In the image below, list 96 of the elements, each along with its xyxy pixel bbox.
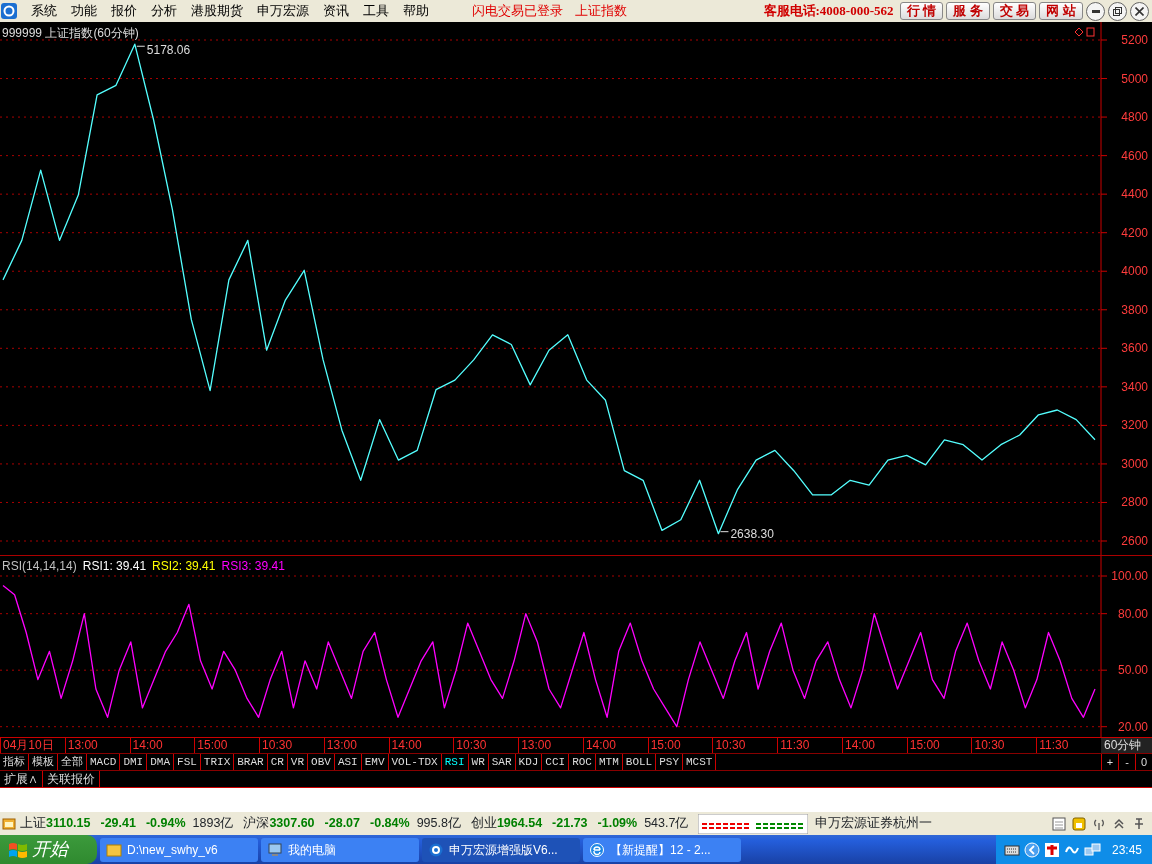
network-icon (1083, 841, 1102, 858)
taskbar-button[interactable]: D:\new_swhy_v6 (100, 837, 258, 862)
axis-label: 4400 (1121, 187, 1148, 202)
medical-cross-icon (1043, 841, 1060, 858)
indicator-legend: RSI3: 39.41 (221, 557, 285, 575)
globe-e-icon (589, 841, 605, 858)
axis-label: 50.00 (1117, 663, 1148, 678)
index-percent: -0.94% (145, 815, 186, 833)
annotation: 5178.06 (146, 43, 191, 58)
axis-label: 100.00 (1111, 569, 1148, 583)
index-change: -21.73 (552, 815, 588, 833)
menu-item[interactable]: 系统 (24, 1, 64, 21)
indicator-tab[interactable]: WR (468, 754, 489, 770)
menu-item[interactable]: 报价 (104, 1, 144, 21)
app-logo-icon (0, 2, 18, 20)
diamond-square-icon (1075, 27, 1095, 37)
indicator-tab[interactable]: MTM (596, 754, 623, 770)
axis-label: 3400 (1121, 379, 1148, 394)
folder-icon (2, 816, 16, 831)
indicator-tab[interactable]: 模板 (29, 754, 58, 770)
computer-icon (267, 841, 283, 858)
index-turnover: 1893亿 (192, 815, 234, 833)
annotation: 2638.30 (730, 526, 775, 541)
axis-label: 5200 (1121, 33, 1148, 47)
service-button[interactable]: 行 情 (899, 2, 944, 20)
axis-label: 5000 (1121, 71, 1148, 86)
axis-label: 3000 (1121, 456, 1148, 471)
menu-item[interactable]: 资讯 (316, 1, 356, 21)
list-icon (1052, 816, 1066, 831)
chevron-icon (1023, 841, 1040, 858)
keyboard-icon (1003, 843, 1020, 856)
start-button[interactable]: 开始 (0, 835, 97, 864)
status-notice: 闪电交易已登录 (472, 2, 563, 20)
up-arrows-icon (1112, 816, 1126, 831)
indicator-legend: RSI(14,14,14) (2, 557, 77, 575)
axis-label: 4600 (1121, 148, 1148, 163)
index-change: -28.07 (324, 815, 360, 833)
indicator-legend: RSI1: 39.41 (82, 557, 147, 575)
taskbar-button[interactable]: 申万宏源增强版V6... (422, 837, 580, 862)
service-button[interactable]: 网 站 (1039, 2, 1083, 20)
index-turnover: 995.8亿 (416, 815, 461, 833)
service-button[interactable]: 交 易 (992, 2, 1037, 20)
axis-label: 4800 (1121, 110, 1148, 125)
menu-item[interactable]: 帮助 (396, 1, 436, 21)
index-percent: -1.09% (597, 815, 638, 833)
indicator-tab[interactable]: VR (287, 754, 309, 770)
period-label: 60分钟 (1101, 738, 1152, 753)
axis-label: 2600 (1121, 534, 1148, 548)
chart-title: 999999 上证指数(60分钟) (2, 25, 139, 42)
index-value: 3307.60 (269, 815, 315, 833)
taskbar-button[interactable]: 【新提醒】12 - 2... (583, 837, 741, 862)
minimize-icon (1091, 9, 1100, 13)
taskbar-button[interactable]: 我的电脑 (261, 837, 419, 862)
axis-label: 3200 (1121, 418, 1148, 433)
indicator-tab[interactable]: CCI (542, 754, 570, 770)
indicator-tab[interactable]: 指标 (0, 754, 29, 770)
indicator-tab[interactable]: MCST (683, 754, 717, 770)
windows-logo-icon (8, 840, 28, 859)
menu-item[interactable]: 分析 (144, 1, 184, 21)
indicator-legend: RSI2: 39.41 (152, 557, 216, 575)
indicator-tab[interactable]: VOL-TDX (388, 754, 442, 770)
axis-label: 3600 (1121, 341, 1148, 356)
close-button[interactable] (1130, 1, 1149, 21)
axis-label: 4200 (1121, 225, 1148, 240)
indicator-tab[interactable]: 全部 (58, 754, 87, 770)
status-notice: 上证指数 (575, 2, 627, 20)
index-change: -29.41 (100, 815, 136, 833)
broker-name: 申万宏源证券杭州一 (815, 815, 933, 833)
service-button[interactable]: 服 务 (946, 2, 990, 20)
axis-label: 80.00 (1117, 606, 1148, 621)
hotline-text: 客服电话:4008-000-562 (763, 2, 894, 21)
minimize-button[interactable] (1086, 1, 1105, 21)
axis-label: 4000 (1121, 264, 1148, 279)
folder-icon (106, 841, 122, 858)
lock-icon (1072, 816, 1086, 831)
restore-icon (1113, 6, 1122, 16)
index-name: 沪深 (243, 815, 270, 833)
axis-label: 20.00 (1117, 719, 1148, 734)
menu-item[interactable]: 工具 (356, 1, 396, 21)
menu-item[interactable]: 功能 (64, 1, 104, 21)
indicator-tab[interactable]: MACD (87, 754, 121, 770)
menu-item[interactable]: 申万宏源 (250, 1, 316, 21)
axis-label: 2800 (1121, 495, 1148, 510)
restore-button[interactable] (1108, 1, 1127, 21)
axis-label: 3800 (1121, 302, 1148, 317)
indicator-tab[interactable]: OBV (308, 754, 335, 770)
menu-item[interactable]: 港股期货 (184, 1, 250, 21)
index-value: 1964.54 (496, 815, 543, 833)
index-percent: -0.84% (370, 815, 410, 833)
clock-text: 23:45 (1111, 841, 1142, 859)
index-name: 上证 (20, 815, 46, 833)
market-bars-icon (698, 813, 809, 834)
index-turnover: 543.7亿 (644, 815, 689, 833)
close-icon (1135, 6, 1144, 16)
index-value: 3110.15 (46, 815, 91, 833)
index-name: 创业 (470, 815, 497, 833)
